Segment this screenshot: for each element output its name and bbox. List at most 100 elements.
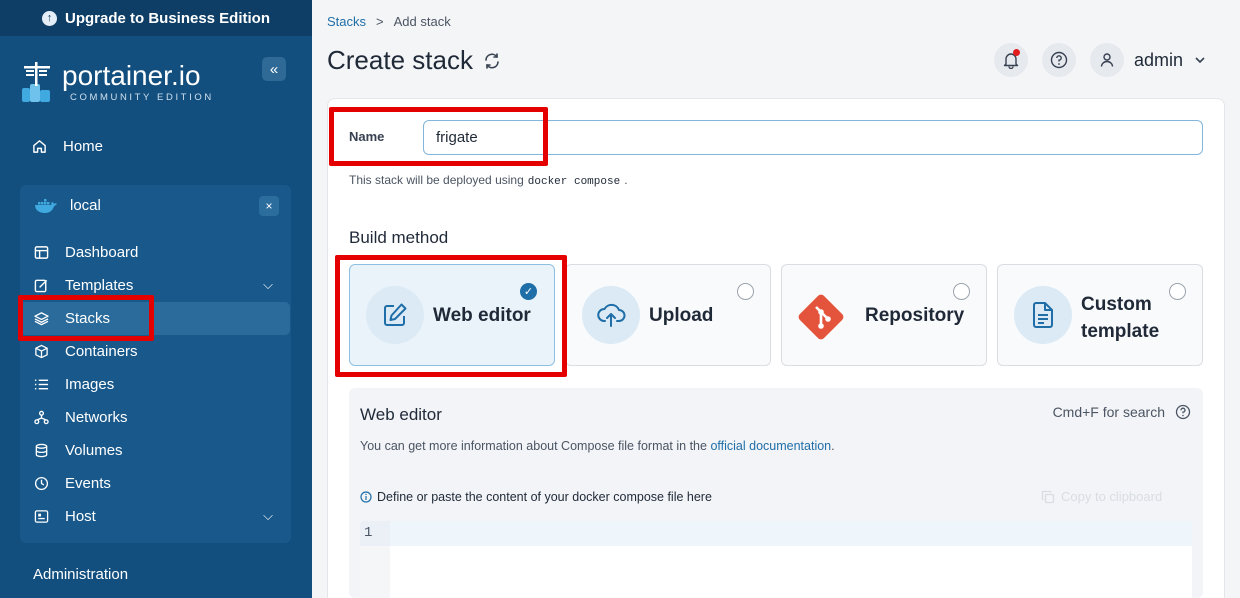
sidebar-item-label: Dashboard <box>65 244 139 261</box>
page-title: Create stack <box>327 45 501 76</box>
portainer-logo-icon <box>22 62 50 102</box>
search-hint-text: Cmd+F for search <box>1052 404 1165 420</box>
sidebar-item-templates[interactable]: Templates ⌵ <box>20 269 291 302</box>
sidebar-section-administration[interactable]: Administration <box>33 566 128 583</box>
notifications-button[interactable] <box>994 43 1028 77</box>
edit-icon <box>384 303 407 326</box>
sidebar-item-volumes[interactable]: Volumes <box>20 434 291 467</box>
info-suffix: . <box>831 439 835 453</box>
sidebar-item-label: Containers <box>65 343 138 360</box>
logo-edition: COMMUNITY EDITION <box>70 91 214 103</box>
user-icon <box>1100 53 1114 67</box>
deploy-hint: This stack will be deployed using docker … <box>349 173 628 188</box>
build-method-web-editor[interactable]: Web editor ✓ <box>349 264 555 366</box>
stack-name-input[interactable] <box>423 120 1203 155</box>
logo-wordmark: portainer.io <box>62 59 201 91</box>
help-button[interactable] <box>1042 43 1076 77</box>
host-icon <box>34 510 49 523</box>
code-editor[interactable]: 1 <box>360 521 1192 598</box>
define-compose-hint: Define or paste the content of your dock… <box>360 490 712 504</box>
upload-icon-badge <box>582 286 640 344</box>
sidebar-item-label: Networks <box>65 409 128 426</box>
upgrade-banner[interactable]: ↑ Upgrade to Business Edition <box>0 0 312 36</box>
chevron-down-icon[interactable]: ⌵ <box>263 277 273 293</box>
sidebar-item-label: Home <box>63 138 104 155</box>
build-method-heading: Build method <box>349 228 449 247</box>
info-prefix: You can get more information about Compo… <box>360 439 707 453</box>
upload-cloud-icon <box>597 303 626 327</box>
copy-icon <box>1041 490 1055 503</box>
sidebar-item-label: Host <box>65 508 96 525</box>
sidebar-item-label: Events <box>65 475 111 492</box>
sidebar-item-networks[interactable]: Networks <box>20 401 291 434</box>
file-icon-badge <box>1014 286 1072 344</box>
volumes-icon <box>35 443 48 458</box>
templates-icon <box>34 279 48 293</box>
radio-selected: ✓ <box>520 283 537 300</box>
line-number: 1 <box>360 521 390 546</box>
close-environment-button[interactable]: × <box>259 196 279 216</box>
method-label: Repository <box>865 305 965 326</box>
info-icon <box>360 491 372 503</box>
build-method-custom-template[interactable]: Custom template <box>997 264 1203 366</box>
environment-header[interactable]: local <box>34 197 101 214</box>
user-menu[interactable]: admin <box>1090 43 1207 77</box>
sidebar-item-stacks[interactable]: Stacks <box>20 302 290 335</box>
build-method-upload[interactable]: Upload <box>565 264 771 366</box>
events-icon <box>34 476 49 491</box>
networks-icon <box>34 410 49 425</box>
git-icon <box>798 294 844 340</box>
sidebar-item-images[interactable]: Images <box>20 368 291 401</box>
portainer-logo[interactable]: portainer.io COMMUNITY EDITION <box>20 58 214 106</box>
web-editor-panel: Web editor Cmd+F for search You can get … <box>349 388 1203 598</box>
environment-panel: local × Dashboard Templates ⌵ Stacks Con… <box>20 185 291 543</box>
copy-to-clipboard-button[interactable]: Copy to clipboard <box>1041 489 1162 504</box>
breadcrumb: Stacks > Add stack <box>327 14 451 29</box>
stacks-icon <box>34 312 49 326</box>
sidebar-item-label: Volumes <box>65 442 123 459</box>
method-label: Upload <box>649 305 714 326</box>
avatar <box>1090 43 1124 77</box>
sidebar-item-dashboard[interactable]: Dashboard <box>20 236 291 269</box>
user-name: admin <box>1134 49 1184 70</box>
images-icon <box>34 379 49 390</box>
upgrade-label: Upgrade to Business Edition <box>64 9 271 27</box>
home-icon <box>33 140 46 153</box>
file-text-icon <box>1033 302 1053 328</box>
sidebar: ↑ Upgrade to Business Edition portainer.… <box>0 0 312 598</box>
web-editor-title: Web editor <box>360 405 442 424</box>
refresh-icon[interactable] <box>483 52 501 70</box>
radio-unselected <box>1169 283 1186 300</box>
sidebar-item-events[interactable]: Events <box>20 467 291 500</box>
breadcrumb-stacks-link[interactable]: Stacks <box>327 14 366 29</box>
sidebar-item-containers[interactable]: Containers <box>20 335 291 368</box>
docker-icon <box>35 198 57 213</box>
radio-unselected <box>737 283 754 300</box>
active-line[interactable] <box>390 521 1192 546</box>
breadcrumb-separator: > <box>376 14 384 29</box>
hint-suffix: . <box>624 173 628 187</box>
help-icon[interactable] <box>1175 404 1191 420</box>
notification-dot <box>1013 49 1020 56</box>
page-title-text: Create stack <box>327 45 473 75</box>
sidebar-item-label: Templates <box>65 277 134 294</box>
chevron-down-icon[interactable]: ⌵ <box>263 508 273 524</box>
define-compose-text: Define or paste the content of your dock… <box>377 490 712 504</box>
build-method-repository[interactable]: Repository <box>781 264 987 366</box>
sidebar-item-host[interactable]: Host ⌵ <box>20 500 291 533</box>
official-documentation-link[interactable]: official documentation <box>710 439 831 453</box>
dashboard-icon <box>34 246 49 259</box>
upgrade-arrow-icon: ↑ <box>41 10 57 26</box>
compose-info: You can get more information about Compo… <box>360 439 835 453</box>
sidebar-item-label: Stacks <box>65 310 111 327</box>
method-label: Web editor <box>433 305 531 326</box>
radio-unselected <box>953 283 970 300</box>
name-label: Name <box>349 129 385 144</box>
help-icon <box>1050 51 1068 69</box>
collapse-sidebar-button[interactable]: « <box>262 57 286 81</box>
breadcrumb-current: Add stack <box>393 14 451 29</box>
sidebar-item-home[interactable]: Home <box>32 138 103 155</box>
environment-name: local <box>70 197 101 214</box>
search-hint: Cmd+F for search <box>1053 404 1191 420</box>
sidebar-item-label: Images <box>65 376 115 393</box>
